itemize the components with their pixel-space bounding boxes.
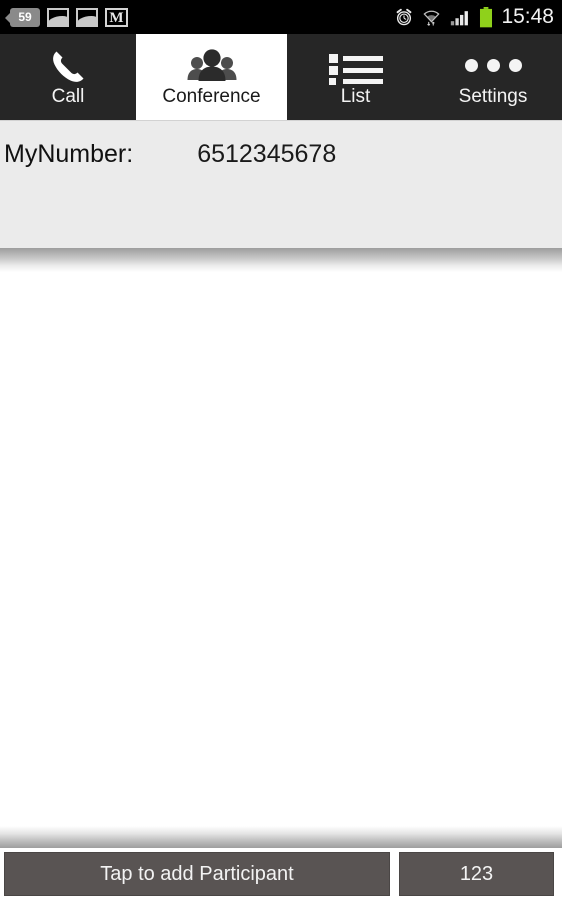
photo-icon [47, 7, 69, 27]
bottom-bar: Tap to add Participant 123 [0, 848, 562, 900]
tab-conference[interactable]: Conference [136, 34, 287, 120]
mynumber-label: MyNumber: [4, 139, 134, 168]
signal-icon [451, 11, 469, 26]
status-bar-left: 59 M [5, 7, 128, 27]
phone-icon [47, 47, 89, 85]
wifi-icon [423, 10, 440, 26]
app-root: 59 M 15:48 Call Conference List Settings… [0, 0, 562, 900]
header-divider [0, 248, 562, 272]
alarm-icon [397, 8, 412, 26]
tab-settings[interactable]: Settings [424, 34, 562, 120]
three-dots-icon [464, 47, 522, 85]
dot [508, 59, 522, 72]
tab-call-label: Call [51, 85, 85, 107]
battery-icon [480, 6, 493, 27]
add-participant-button[interactable]: Tap to add Participant [4, 852, 390, 896]
status-bar-right: 15:48 [394, 5, 556, 29]
dot [464, 59, 478, 72]
photo-icon [76, 7, 98, 27]
mynumber-value[interactable]: 6512345678 [197, 140, 336, 169]
tab-conference-label: Conference [162, 85, 261, 107]
participant-list[interactable] [0, 272, 562, 826]
mynumber-row: MyNumber: 6512345678 [0, 129, 562, 179]
tab-settings-label: Settings [458, 85, 528, 107]
tab-bar: Call Conference List Settings [0, 34, 562, 120]
download-badge: 59 [5, 7, 40, 27]
bottom-divider [0, 826, 562, 848]
header-panel: MyNumber: 6512345678 [0, 120, 562, 364]
gmail-icon: M [105, 7, 128, 27]
group-icon [186, 47, 238, 85]
list-icon [325, 47, 387, 85]
tab-list-label: List [340, 85, 371, 107]
status-bar: 59 M 15:48 [0, 0, 562, 34]
dot [486, 59, 500, 72]
tab-list[interactable]: List [287, 34, 424, 120]
status-time: 15:48 [501, 5, 554, 28]
keypad-button[interactable]: 123 [399, 852, 554, 896]
tab-call[interactable]: Call [0, 34, 136, 120]
